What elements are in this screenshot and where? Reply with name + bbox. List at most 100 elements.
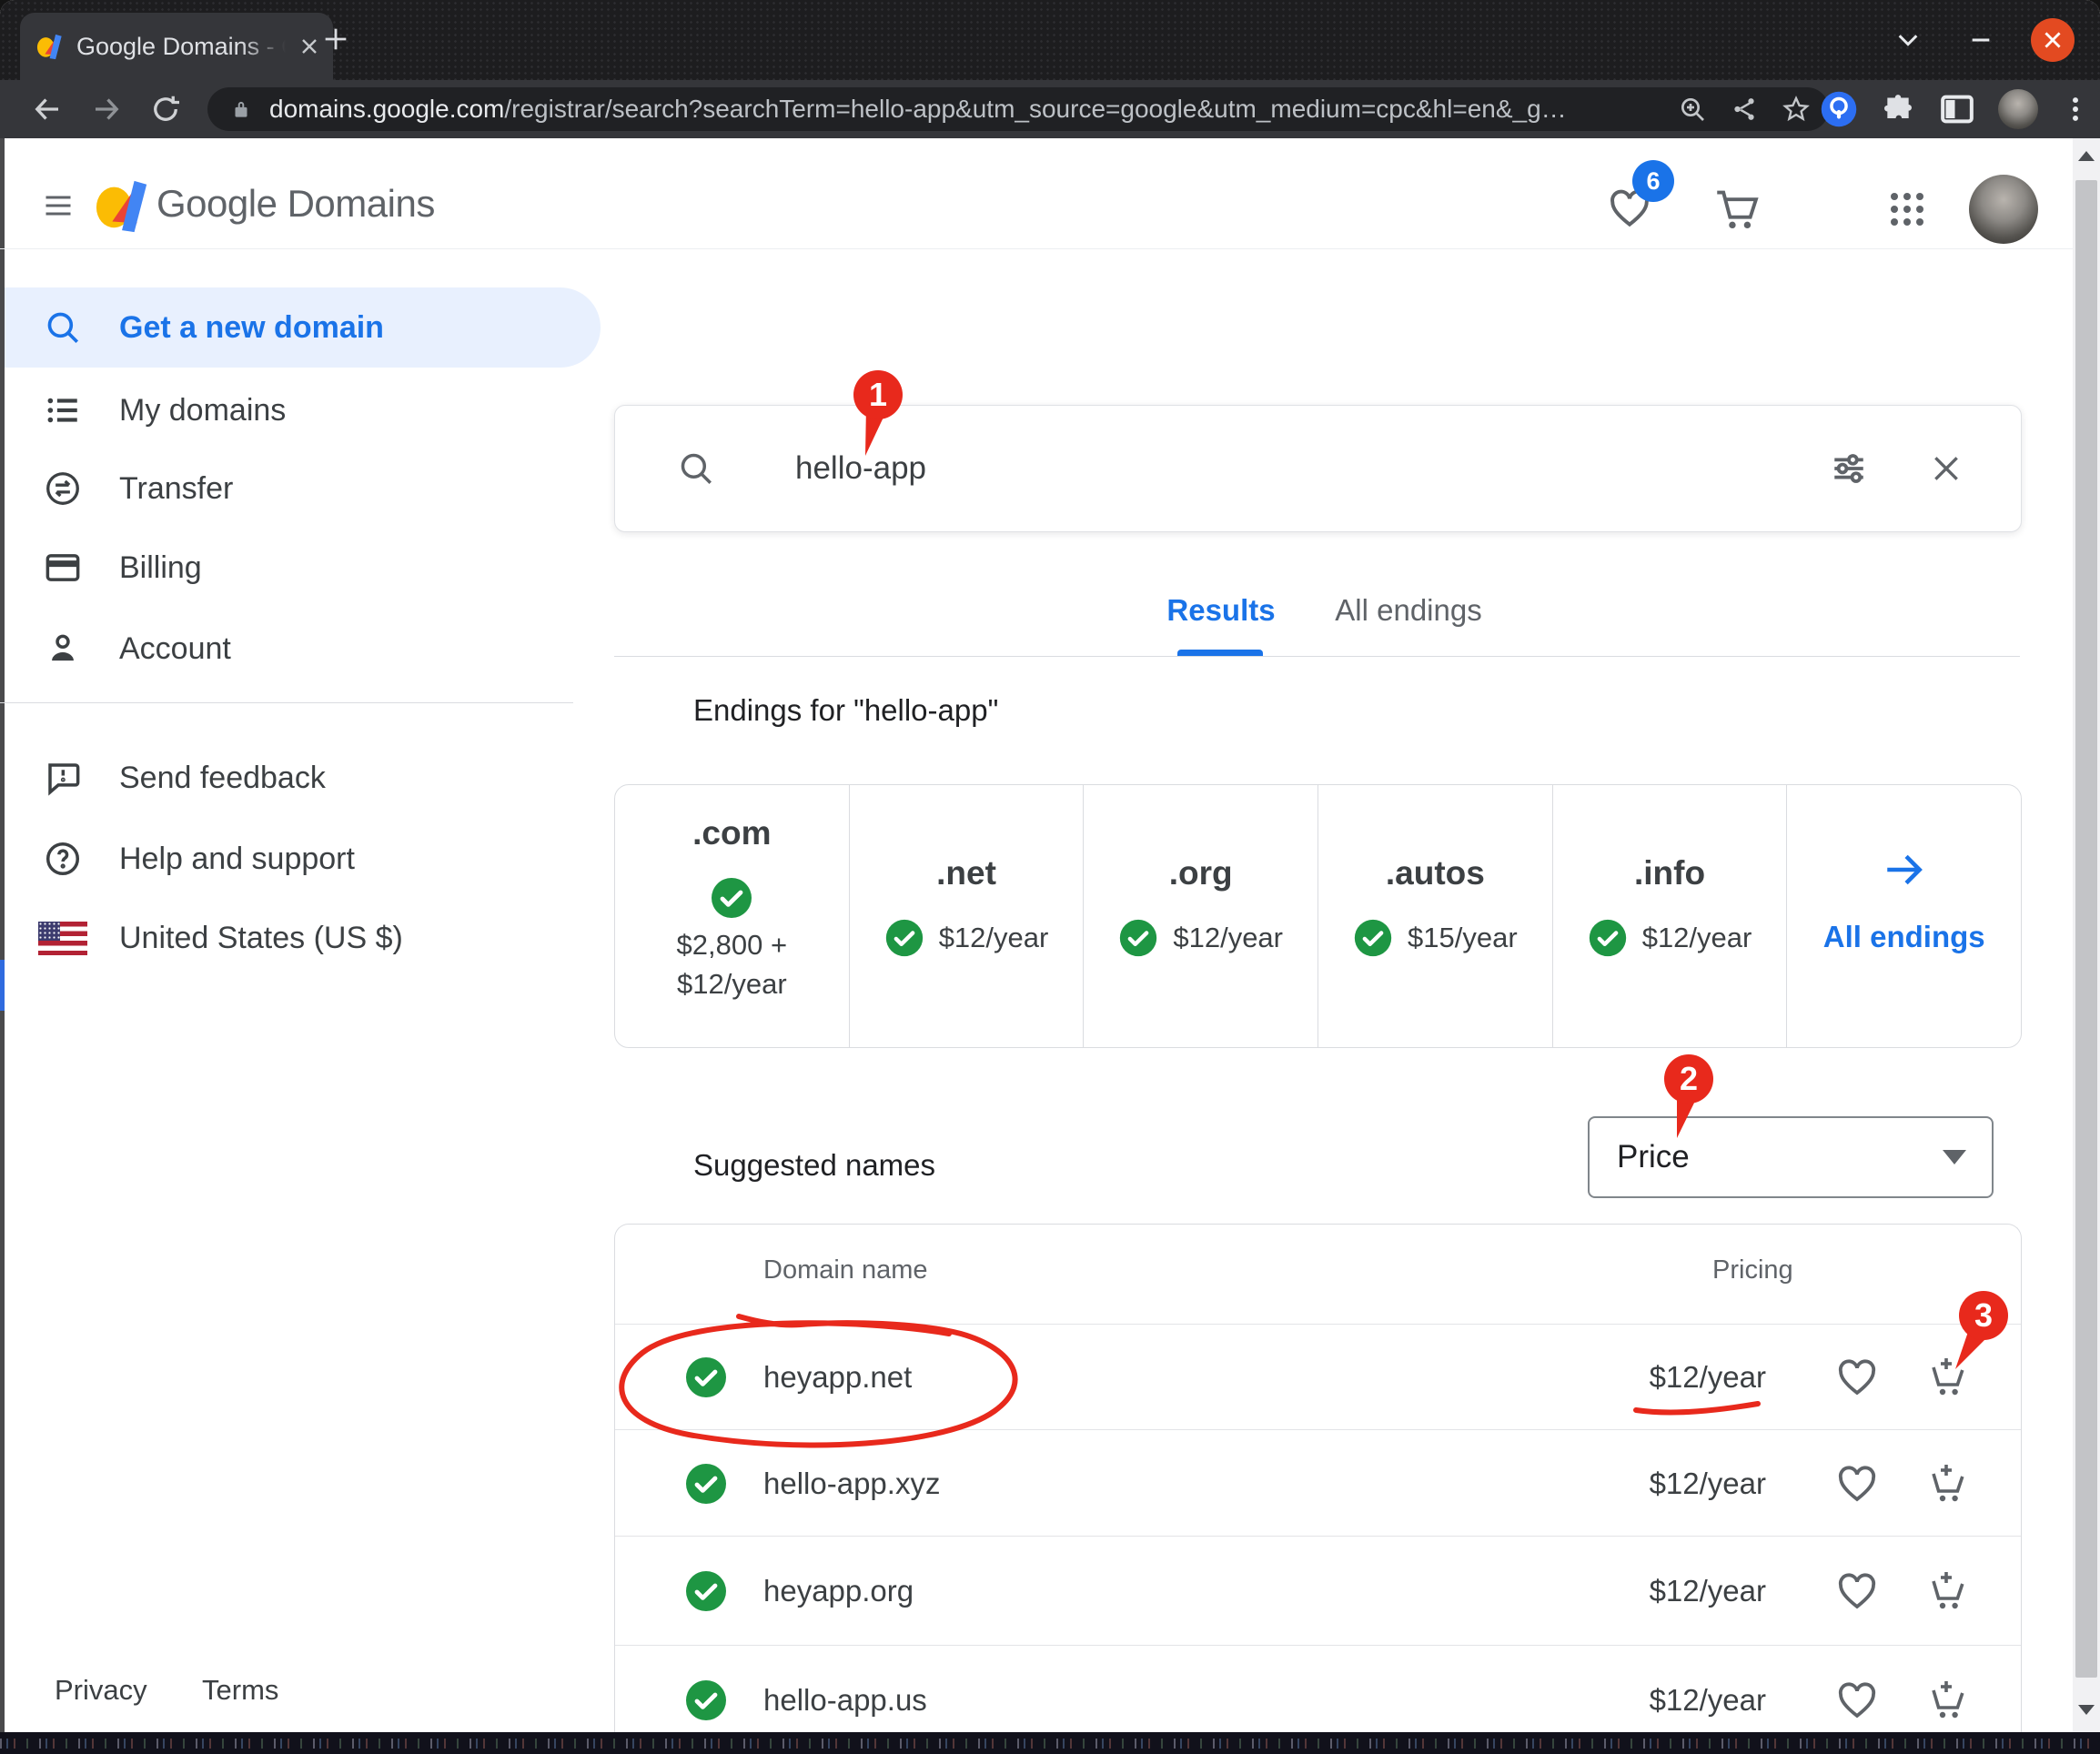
browser-tab[interactable]: Google Domains - Get a new d [20,13,333,80]
ending-card-autos[interactable]: .autos $15/year [1318,785,1552,1047]
tab-all-endings[interactable]: All endings [1318,593,1499,628]
new-tab-button[interactable] [320,24,351,55]
add-to-cart-icon[interactable] [1925,1569,1969,1613]
page-scrollbar[interactable] [2073,138,2100,1754]
share-icon[interactable] [1731,96,1758,123]
sidebar-item-billing[interactable]: Billing [5,529,601,607]
sidebar-item-label: Help and support [119,842,355,877]
back-button[interactable] [31,93,64,126]
table-row[interactable]: heyapp.net $12/year [615,1324,2021,1430]
filter-tune-icon[interactable] [1830,449,1868,488]
person-icon [37,630,88,668]
tld-label: .org [1084,854,1318,892]
all-endings-link[interactable]: All endings [1787,920,2021,954]
table-row[interactable]: heyapp.org $12/year [615,1536,2021,1646]
privacy-link[interactable]: Privacy [55,1674,147,1707]
sidebar-item-region-currency[interactable]: United States (US $) [5,899,601,977]
sidebar-item-transfer[interactable]: Transfer [5,449,601,528]
sidebar-item-my-domains[interactable]: My domains [5,371,601,449]
available-check-icon [1588,918,1628,958]
sort-by-price-dropdown[interactable]: Price [1588,1116,1994,1198]
sidebar-item-label: United States (US $) [119,921,403,956]
tab-results[interactable]: Results [1163,593,1279,628]
ending-card-info[interactable]: .info $12/year [1552,785,1787,1047]
sidebar-item-label: My domains [119,393,286,428]
cart-icon[interactable] [1714,186,1762,233]
add-to-cart-icon[interactable] [1925,1356,1969,1399]
scrollbar-up-arrow[interactable] [2078,151,2095,161]
column-header-pricing: Pricing [1712,1255,1793,1285]
sidebar-item-label: Billing [119,550,202,586]
sidebar-item-label: Transfer [119,471,233,507]
domain-name: hello-app.us [763,1683,927,1718]
domain-name: heyapp.net [763,1360,912,1395]
clear-search-icon[interactable] [1928,450,1964,487]
tld-label: .net [850,854,1084,892]
tld-price: $12/year [1173,922,1283,954]
sidebar-item-label: Account [119,631,231,667]
browser-profile-avatar[interactable] [1998,89,2038,129]
brand-wordmark[interactable]: Google Domains [156,182,435,226]
google-apps-grid-icon[interactable] [1885,187,1929,231]
sidebar-item-label: Get a new domain [119,310,384,346]
endings-card-group: .com $2,800 + $12/year .net $12/year [614,784,2022,1048]
search-icon [37,308,88,347]
add-to-cart-icon[interactable] [1925,1678,1969,1722]
available-check-icon [684,1569,728,1613]
column-header-domain-name: Domain name [763,1255,928,1285]
window-minimize-button[interactable] [1964,25,1998,55]
window-menu-chevron-icon[interactable] [1891,25,1925,55]
zoom-icon[interactable] [1678,95,1707,124]
tld-price: $12/year [1642,922,1752,954]
tab-close-icon[interactable] [298,35,320,57]
password-manager-extension-icon[interactable] [1820,90,1858,128]
search-input[interactable]: hello-app [795,450,1830,487]
available-check-icon [684,1462,728,1506]
window-close-button[interactable] [2031,18,2075,62]
scrollbar-down-arrow[interactable] [2078,1705,2095,1715]
table-row[interactable]: hello-app.xyz $12/year [615,1429,2021,1537]
ending-card-com[interactable]: .com $2,800 + $12/year [615,785,849,1047]
domain-search-box[interactable]: hello-app [614,405,2022,532]
lock-icon[interactable] [229,96,253,122]
ending-card-net[interactable]: .net $12/year [849,785,1084,1047]
domain-name: heyapp.org [763,1574,914,1608]
sidebar-item-send-feedback[interactable]: Send feedback [5,739,601,817]
google-domains-logo[interactable] [95,178,151,233]
favorite-heart-icon[interactable] [1835,1678,1879,1722]
svg-text:2: 2 [1680,1060,1698,1097]
forward-button[interactable] [90,93,123,126]
clipped-page-content-strip [0,1732,2100,1754]
tld-label: .com [615,814,849,852]
available-check-icon [1353,918,1393,958]
favorite-heart-icon[interactable] [1835,1462,1879,1506]
account-avatar[interactable] [1969,175,2038,244]
table-row[interactable]: hello-app.us $12/year [615,1645,2021,1733]
header-divider [0,248,2073,249]
favorite-heart-icon[interactable] [1835,1569,1879,1613]
sidebar-item-account[interactable]: Account [5,610,601,688]
sort-dropdown-value: Price [1617,1139,1690,1175]
bookmark-star-icon[interactable] [1782,95,1811,124]
transfer-icon [37,469,88,508]
list-icon [37,391,88,429]
domain-name: hello-app.xyz [763,1467,940,1501]
favorites-count-badge: 6 [1632,160,1674,202]
terms-link[interactable]: Terms [202,1674,278,1707]
all-endings-card[interactable]: All endings [1786,785,2021,1047]
extensions-puzzle-icon[interactable] [1880,91,1916,127]
sidebar-item-label: Send feedback [119,761,326,796]
add-to-cart-icon[interactable] [1925,1462,1969,1506]
scrollbar-thumb[interactable] [2075,180,2097,1678]
tld-label: .info [1553,854,1787,892]
sidebar-item-help-and-support[interactable]: Help and support [5,820,601,898]
browser-menu-icon[interactable] [2060,92,2091,126]
reload-button[interactable] [149,93,182,126]
side-panel-icon[interactable] [1938,91,1976,127]
favorite-heart-icon[interactable] [1835,1356,1879,1399]
url-bar[interactable]: domains.google.com/registrar/search?sear… [207,87,1829,131]
main-menu-icon[interactable] [40,189,76,222]
ending-card-org[interactable]: .org $12/year [1083,785,1318,1047]
domain-price: $12/year [1650,1574,1766,1608]
sidebar-item-get-a-new-domain[interactable]: Get a new domain [5,287,601,368]
